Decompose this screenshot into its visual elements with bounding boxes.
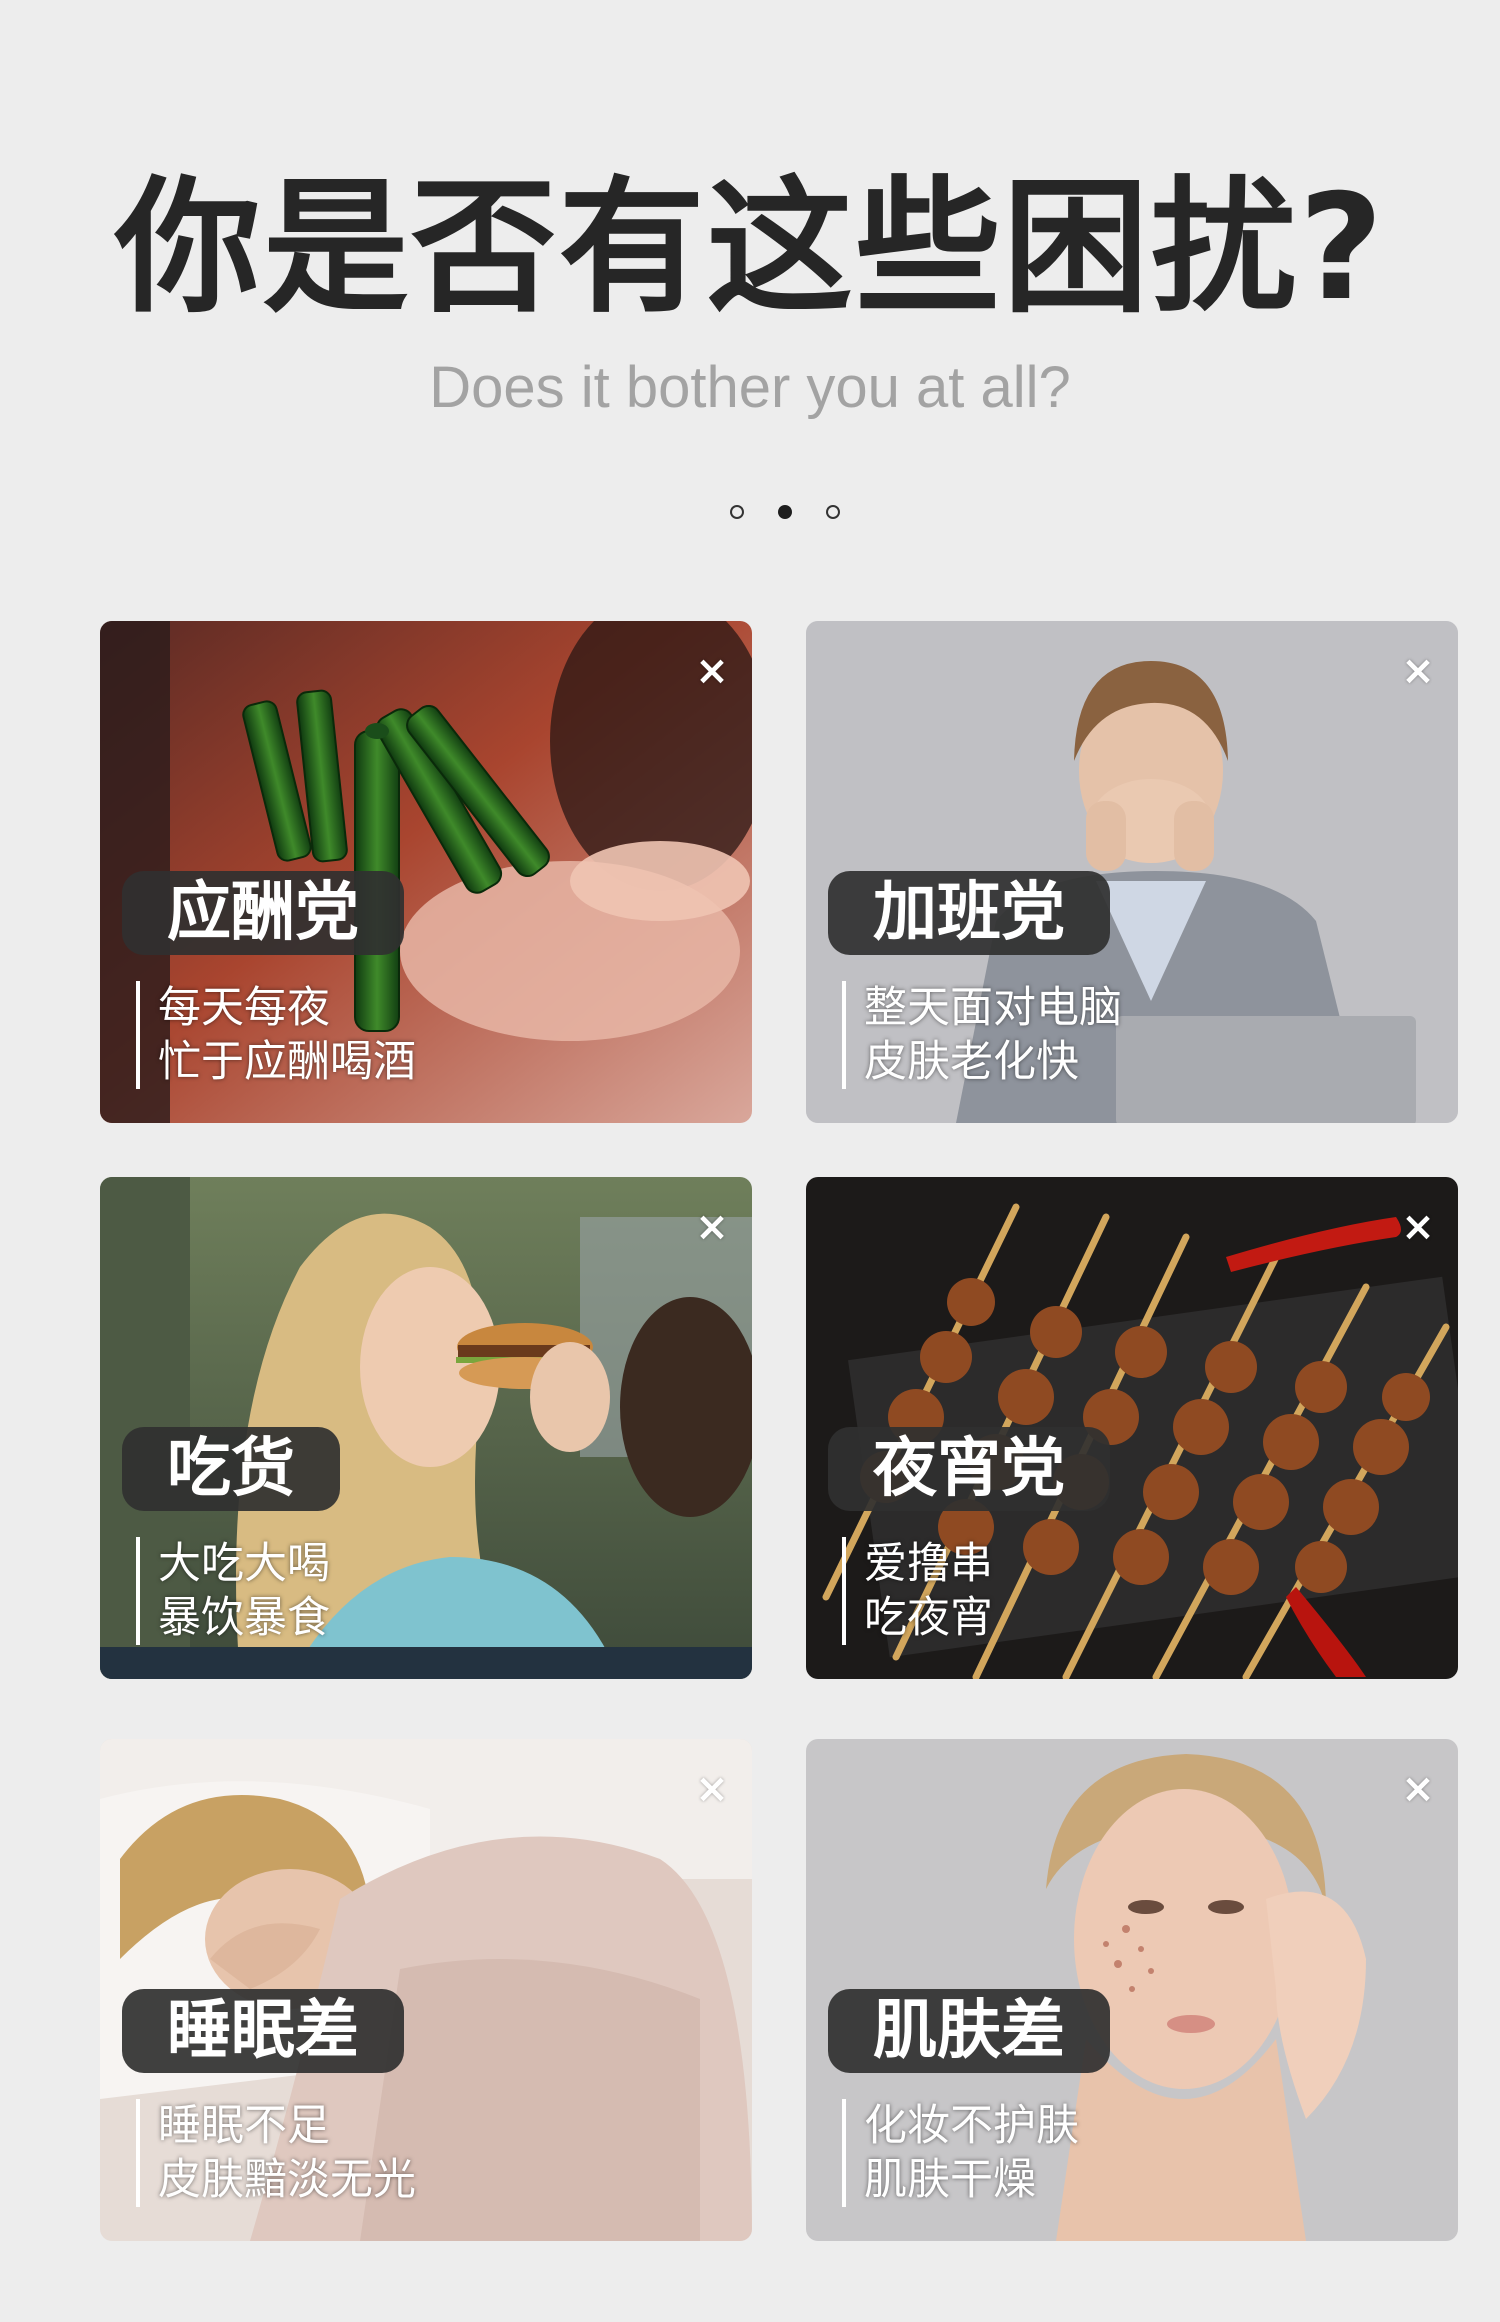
card-description-line: 暴饮暴食 (158, 1593, 330, 1643)
card-tag: 肌肤差 (828, 1989, 1110, 2073)
card-tag: 夜宵党 (828, 1427, 1110, 1511)
card-overtime[interactable]: × 加班党 整天面对电脑 皮肤老化快 (806, 621, 1458, 1123)
close-icon[interactable]: × (694, 651, 730, 691)
close-icon[interactable]: × (1400, 651, 1436, 691)
card-tag: 睡眠差 (122, 1989, 404, 2073)
card-description-line: 整天面对电脑 (864, 983, 1122, 1033)
card-poor-sleep[interactable]: × 睡眠差 睡眠不足 皮肤黯淡无光 (100, 1739, 752, 2241)
card-description: 整天面对电脑 皮肤老化快 (842, 981, 1122, 1089)
card-description-line: 皮肤黯淡无光 (158, 2155, 416, 2205)
pager-dots[interactable] (730, 501, 840, 523)
pager-dot-3[interactable] (826, 505, 840, 519)
card-description-line: 爱撸串 (864, 1539, 993, 1589)
card-tag: 加班党 (828, 871, 1110, 955)
card-description-line: 肌肤干燥 (864, 2155, 1036, 2205)
close-icon[interactable]: × (1400, 1769, 1436, 1809)
card-foodie[interactable]: × 吃货 大吃大喝 暴饮暴食 (100, 1177, 752, 1679)
card-tag: 吃货 (122, 1427, 340, 1511)
card-description-line: 大吃大喝 (158, 1539, 330, 1589)
card-night-snack[interactable]: × 夜宵党 爱撸串 吃夜宵 (806, 1177, 1458, 1679)
card-description-line: 皮肤老化快 (864, 1037, 1079, 1087)
pager-dot-1[interactable] (730, 505, 744, 519)
card-description: 每天每夜 忙于应酬喝酒 (136, 981, 416, 1089)
card-description: 睡眠不足 皮肤黯淡无光 (136, 2099, 416, 2207)
pager-dot-2[interactable] (778, 505, 792, 519)
page-subtitle: Does it bother you at all? (429, 355, 1071, 420)
card-description-line: 睡眠不足 (158, 2101, 330, 2151)
card-socializing[interactable]: × 应酬党 每天每夜 忙于应酬喝酒 (100, 621, 752, 1123)
card-poor-skin[interactable]: × 肌肤差 化妆不护肤 肌肤干燥 (806, 1739, 1458, 2241)
card-description-line: 吃夜宵 (864, 1593, 993, 1643)
card-description: 大吃大喝 暴饮暴食 (136, 1537, 330, 1645)
card-description-line: 化妆不护肤 (864, 2101, 1079, 2151)
card-description-line: 忙于应酬喝酒 (158, 1037, 416, 1087)
close-icon[interactable]: × (694, 1769, 730, 1809)
card-description-line: 每天每夜 (158, 983, 330, 1033)
header: 你是否有这些困扰? Does it bother you at all? (0, 0, 1500, 560)
close-icon[interactable]: × (1400, 1207, 1436, 1247)
card-description: 爱撸串 吃夜宵 (842, 1537, 993, 1645)
card-description: 化妆不护肤 肌肤干燥 (842, 2099, 1079, 2207)
close-icon[interactable]: × (694, 1207, 730, 1247)
card-tag: 应酬党 (122, 871, 404, 955)
page-title: 你是否有这些困扰? (114, 163, 1386, 333)
